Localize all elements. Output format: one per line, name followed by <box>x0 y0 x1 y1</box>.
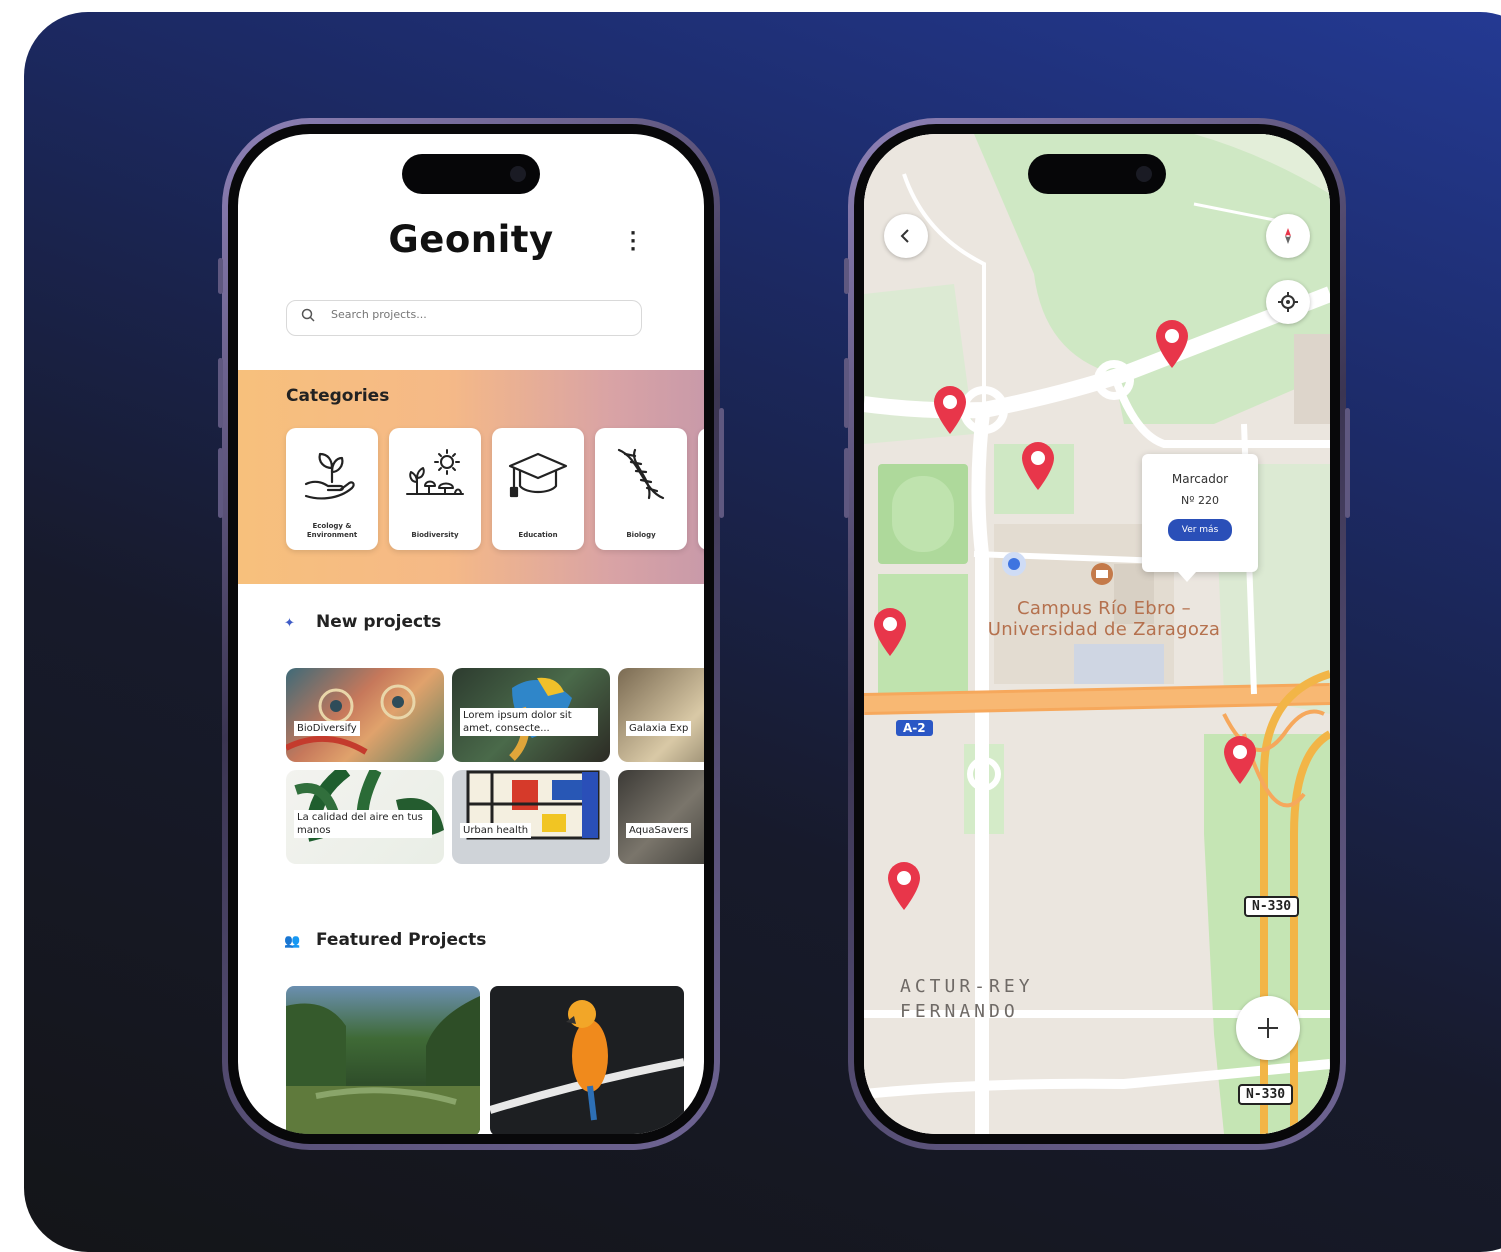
map-screen: Campus Río Ebro – Universidad de Zaragoz… <box>864 134 1330 1134</box>
crosshair-icon <box>1278 292 1298 312</box>
graduation-cap-icon <box>508 452 568 498</box>
project-card-aquasavers[interactable]: AquaSavers <box>618 770 704 864</box>
campus-label: Campus Río Ebro – Universidad de Zaragoz… <box>987 598 1221 640</box>
map-pin[interactable] <box>884 860 924 912</box>
category-label: Ecology & Environment <box>306 522 358 539</box>
map-pin[interactable] <box>870 606 910 658</box>
categories-section: Categories Ecology & Environment Biodive… <box>238 370 704 584</box>
project-label: Galaxia Exp <box>626 721 692 736</box>
road-sign-n330-bottom: N-330 <box>1238 1084 1294 1105</box>
chevron-left-icon <box>900 229 909 243</box>
ver-mas-button[interactable]: Ver más <box>1167 519 1233 541</box>
locate-button[interactable] <box>1266 280 1310 324</box>
new-projects-header: ✦ New projects <box>284 612 441 632</box>
project-image <box>490 1000 684 1121</box>
road-shield-a2: A-2 <box>896 720 933 736</box>
featured-projects-header: 👥 Featured Projects <box>284 930 486 950</box>
dynamic-island <box>1028 154 1166 194</box>
compass-button[interactable] <box>1266 214 1310 258</box>
project-label: Lorem ipsum dolor sit amet, consecte... <box>460 708 598 736</box>
marker-popup: Marcador Nº 220 Ver más <box>1142 454 1258 582</box>
category-label: Education <box>518 531 558 539</box>
back-button[interactable] <box>884 214 928 258</box>
project-image <box>286 684 416 755</box>
project-label: Urban health <box>460 823 532 838</box>
dynamic-island <box>402 154 540 194</box>
featured-card-parrot[interactable] <box>490 986 684 1134</box>
app-screen: Geonity ··· Categories Ecology & Envir <box>238 134 704 1134</box>
featured-projects-title: Featured Projects <box>316 930 487 950</box>
phone-right: Campus Río Ebro – Universidad de Zaragoz… <box>844 118 1350 1150</box>
category-label: Biology <box>626 531 656 539</box>
plus-icon <box>1258 1018 1278 1038</box>
phone-left: Geonity ··· Categories Ecology & Envir <box>218 118 724 1150</box>
project-card-lorem[interactable]: Lorem ipsum dolor sit amet, consecte... <box>452 668 610 762</box>
project-card-calidad-aire[interactable]: La calidad del aire en tus manos <box>286 770 444 864</box>
categories-title: Categories <box>286 386 390 406</box>
category-card-biology[interactable]: Biology <box>595 428 687 550</box>
project-card-biodiversify[interactable]: BioDiversify <box>286 668 444 762</box>
biodiversity-icon <box>406 449 464 495</box>
category-card-biodiversity[interactable]: Biodiversity <box>389 428 481 550</box>
district-label: ACTUR-REY FERNANDO <box>900 976 1034 1022</box>
project-image <box>466 770 600 840</box>
project-label: La calidad del aire en tus manos <box>294 810 432 838</box>
map-view[interactable]: Campus Río Ebro – Universidad de Zaragoz… <box>864 134 1330 1134</box>
category-card-partial[interactable] <box>698 428 704 550</box>
more-vertical-icon[interactable]: · · · <box>628 225 638 259</box>
add-marker-button[interactable] <box>1236 996 1300 1060</box>
search-icon <box>301 308 315 322</box>
category-card-education[interactable]: Education <box>492 428 584 550</box>
new-projects-title: New projects <box>316 612 442 632</box>
search-input[interactable] <box>329 307 613 322</box>
featured-card-forest[interactable] <box>286 986 480 1134</box>
map-pin[interactable] <box>1220 734 1260 786</box>
project-image <box>286 996 480 1134</box>
sparkle-icon: ✦ <box>284 616 295 631</box>
road-sign-n330-top: N-330 <box>1244 896 1300 917</box>
category-label: Biodiversity <box>411 531 459 539</box>
map-pin[interactable] <box>1152 318 1192 370</box>
plant-hand-icon <box>304 452 355 500</box>
dna-icon <box>617 448 665 500</box>
map-pin[interactable] <box>1018 440 1058 492</box>
project-card-urban-health[interactable]: Urban health <box>452 770 610 864</box>
popup-title: Marcador <box>1171 472 1229 486</box>
project-card-galaxia[interactable]: Galaxia Exp <box>618 668 704 762</box>
popup-number: Nº 220 <box>1181 494 1219 507</box>
project-label: BioDiversify <box>294 721 360 736</box>
map-pin[interactable] <box>930 384 970 436</box>
category-card-ecology[interactable]: Ecology & Environment <box>286 428 378 550</box>
project-label: AquaSavers <box>626 823 692 838</box>
search-bar[interactable] <box>286 300 642 336</box>
compass-icon <box>1285 228 1291 244</box>
users-icon: 👥 <box>284 934 301 949</box>
